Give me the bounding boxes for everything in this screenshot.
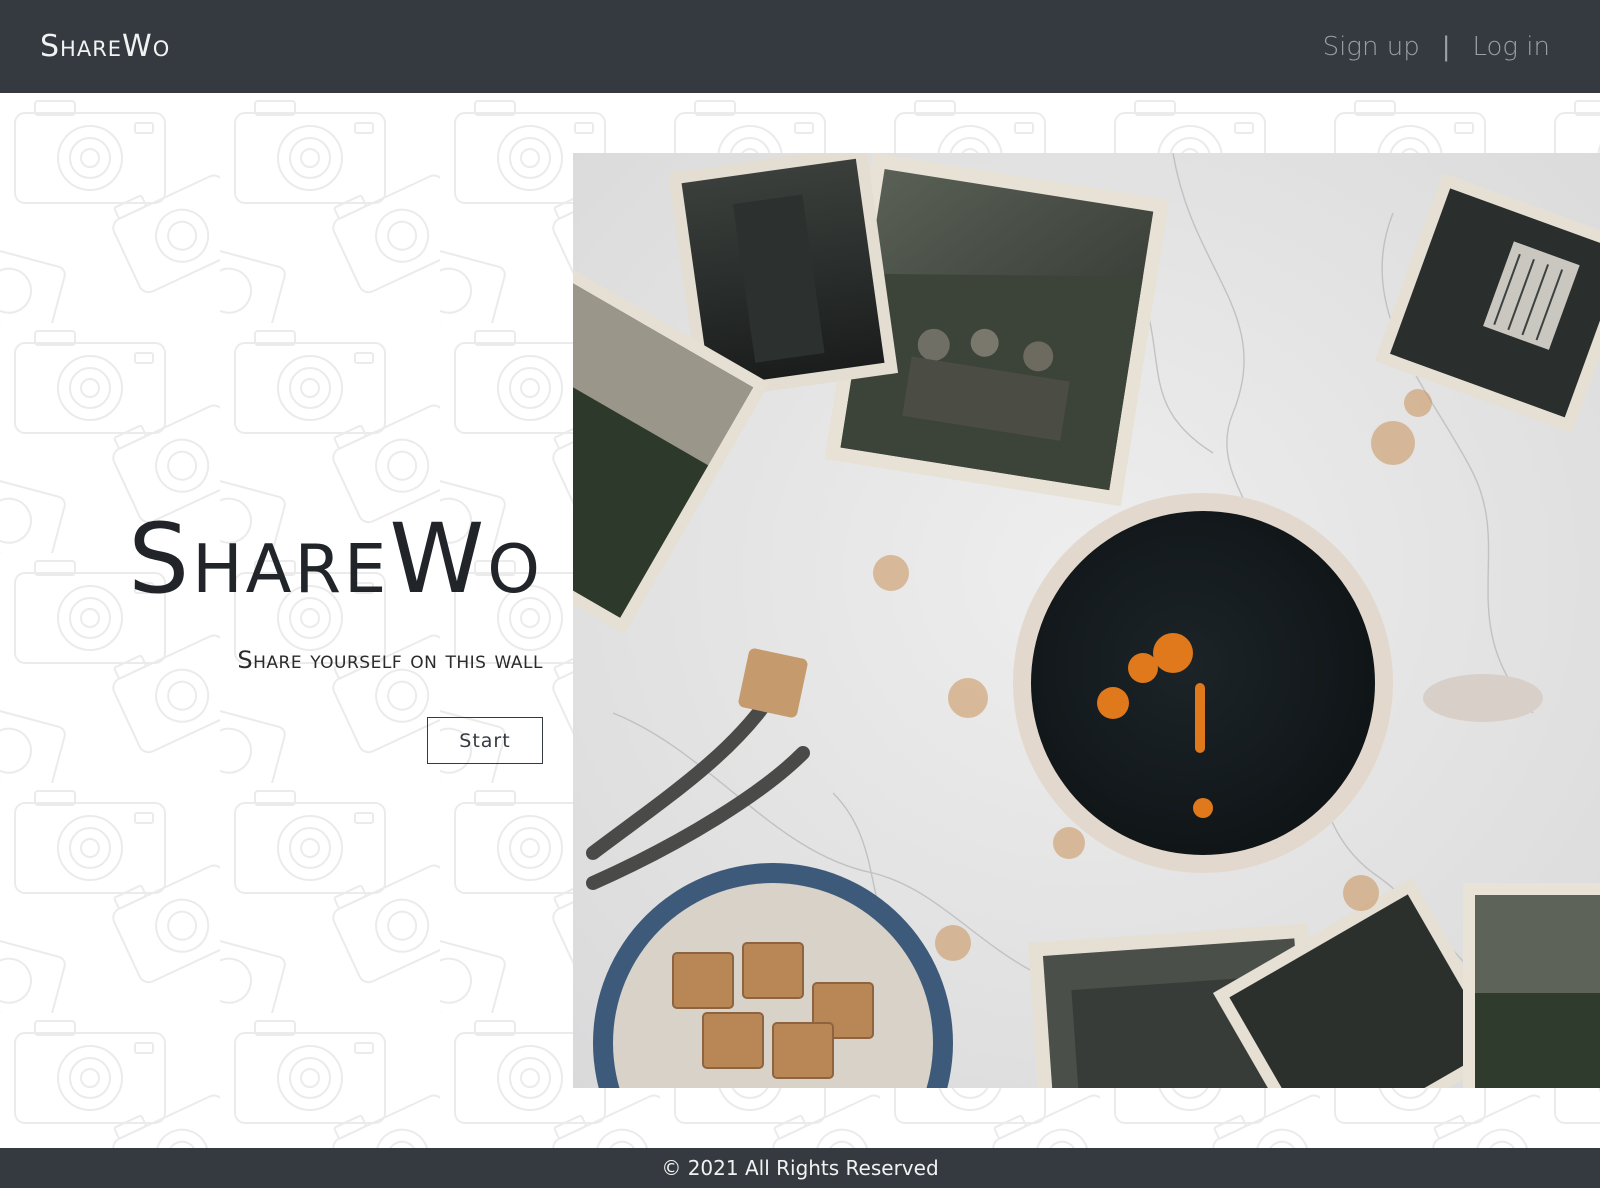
navbar: ShareWo Sign up | Log in bbox=[0, 0, 1600, 93]
signup-link[interactable]: Sign up bbox=[1323, 32, 1420, 62]
footer: © 2021 All Rights Reserved bbox=[0, 1148, 1600, 1188]
hero-photo bbox=[573, 153, 1600, 1088]
nav-auth-links: Sign up | Log in bbox=[1323, 32, 1550, 62]
hero-section: ShareWo Share yourself on this wall Star… bbox=[0, 93, 1600, 1148]
hero-text-block: ShareWo Share yourself on this wall Star… bbox=[0, 93, 560, 1148]
nav-separator: | bbox=[1441, 31, 1451, 62]
brand-logo[interactable]: ShareWo bbox=[40, 29, 170, 64]
coffee-photo-illustration bbox=[573, 153, 1600, 1088]
login-link[interactable]: Log in bbox=[1472, 32, 1550, 62]
start-button[interactable]: Start bbox=[427, 717, 543, 764]
copyright-text: © 2021 All Rights Reserved bbox=[661, 1156, 939, 1180]
hero-subtitle: Share yourself on this wall bbox=[237, 646, 543, 674]
hero-title: ShareWo bbox=[128, 503, 543, 615]
